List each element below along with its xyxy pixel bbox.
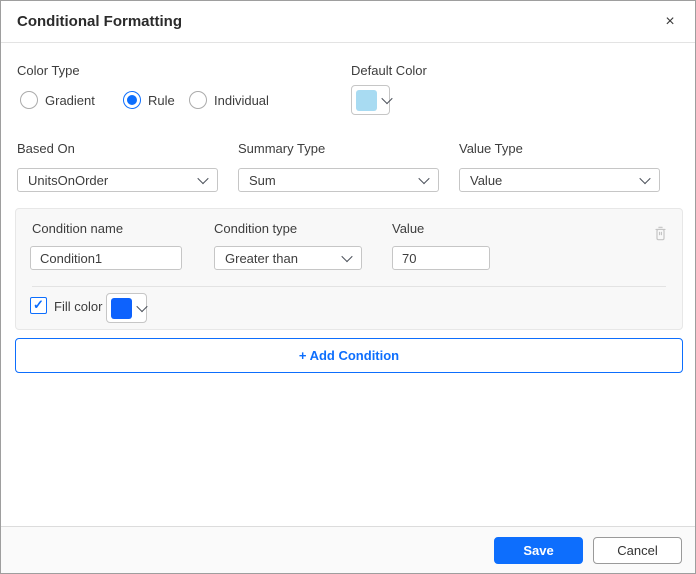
condition-type-dropdown[interactable]: Greater than bbox=[214, 246, 362, 270]
condition-type-value: Greater than bbox=[225, 251, 343, 266]
close-icon[interactable]: × bbox=[657, 9, 683, 35]
fill-color-checkbox[interactable]: ✓ bbox=[30, 297, 47, 314]
condition-value-label: Value bbox=[392, 221, 424, 236]
conditional-formatting-dialog: Conditional Formatting × Color Type Grad… bbox=[0, 0, 696, 574]
radio-individual-label: Individual bbox=[214, 93, 269, 108]
value-type-label: Value Type bbox=[459, 141, 523, 156]
cancel-button[interactable]: Cancel bbox=[593, 537, 682, 564]
based-on-label: Based On bbox=[17, 141, 75, 156]
summary-type-dropdown[interactable]: Sum bbox=[238, 168, 439, 192]
add-condition-label: + Add Condition bbox=[299, 348, 399, 363]
condition-name-label: Condition name bbox=[32, 221, 123, 236]
condition-type-label: Condition type bbox=[214, 221, 297, 236]
radio-gradient-label: Gradient bbox=[45, 93, 95, 108]
fill-color-picker[interactable] bbox=[106, 293, 147, 323]
condition-name-input[interactable] bbox=[30, 246, 182, 270]
condition-value-input[interactable] bbox=[392, 246, 490, 270]
radio-individual[interactable]: Individual bbox=[189, 91, 269, 109]
default-color-swatch bbox=[356, 90, 377, 111]
chevron-down-icon bbox=[639, 173, 650, 184]
chevron-down-icon bbox=[341, 251, 352, 262]
chevron-down-icon bbox=[136, 301, 147, 312]
default-color-label: Default Color bbox=[351, 63, 427, 78]
radio-gradient[interactable]: Gradient bbox=[20, 91, 95, 109]
dialog-footer: Save Cancel bbox=[1, 526, 695, 573]
panel-divider bbox=[32, 286, 666, 287]
delete-icon bbox=[652, 225, 669, 242]
color-type-label: Color Type bbox=[17, 63, 80, 78]
checkmark-icon: ✓ bbox=[33, 298, 44, 311]
fill-color-swatch bbox=[111, 298, 132, 319]
summary-type-value: Sum bbox=[249, 173, 420, 188]
fill-color-label: Fill color bbox=[54, 299, 102, 314]
radio-rule-label: Rule bbox=[148, 93, 175, 108]
radio-circle-icon bbox=[20, 91, 38, 109]
dialog-header: Conditional Formatting × bbox=[1, 1, 695, 43]
default-color-picker[interactable] bbox=[351, 85, 390, 115]
delete-condition-button[interactable] bbox=[650, 223, 670, 243]
chevron-down-icon bbox=[418, 173, 429, 184]
dialog-title: Conditional Formatting bbox=[17, 13, 182, 30]
summary-type-label: Summary Type bbox=[238, 141, 325, 156]
chevron-down-icon bbox=[381, 93, 392, 104]
radio-circle-icon bbox=[189, 91, 207, 109]
based-on-dropdown[interactable]: UnitsOnOrder bbox=[17, 168, 218, 192]
add-condition-button[interactable]: + Add Condition bbox=[15, 338, 683, 373]
radio-rule[interactable]: Rule bbox=[123, 91, 175, 109]
value-type-dropdown[interactable]: Value bbox=[459, 168, 660, 192]
based-on-value: UnitsOnOrder bbox=[28, 173, 199, 188]
value-type-value: Value bbox=[470, 173, 641, 188]
condition-panel: Condition name Condition type Greater th… bbox=[15, 208, 683, 330]
radio-circle-icon bbox=[123, 91, 141, 109]
chevron-down-icon bbox=[197, 173, 208, 184]
save-button[interactable]: Save bbox=[494, 537, 583, 564]
